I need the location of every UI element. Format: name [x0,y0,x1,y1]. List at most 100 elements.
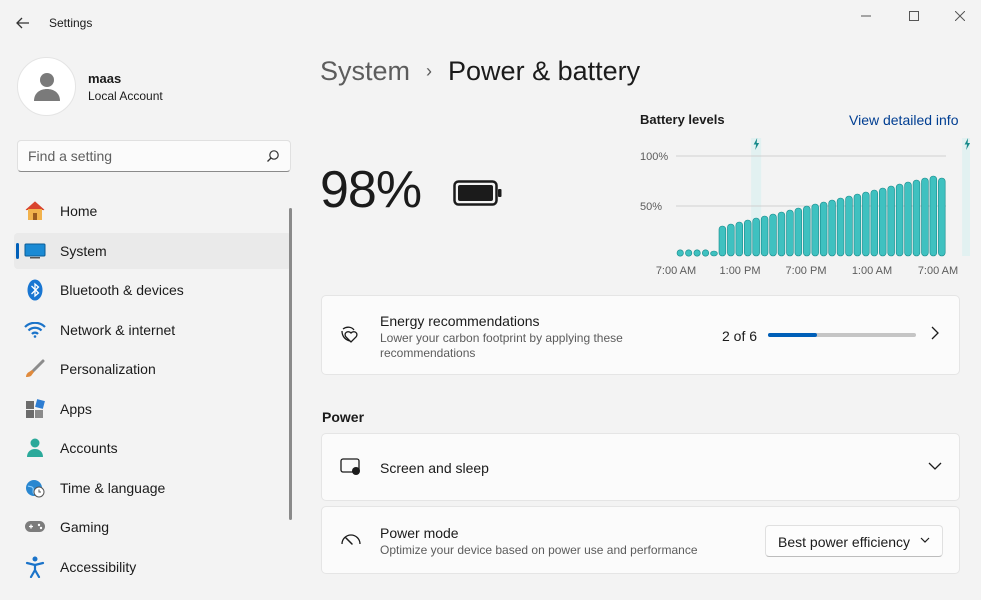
energy-title: Energy recommendations [380,313,540,329]
recommendation-progress-bar [768,333,916,337]
battery-level-bar [921,177,929,257]
sidebar-item-bluetooth[interactable]: Bluetooth & devices [14,272,291,308]
battery-level-bar [794,207,803,257]
bluetooth-icon [24,279,46,301]
battery-level-dot [702,249,710,257]
battery-level-bar [895,183,904,257]
profile-account-type: Local Account [88,88,163,103]
sidebar-item-label: Apps [60,400,92,417]
battery-level-bar [718,225,727,257]
chevron-right-icon: › [426,61,433,81]
sidebar-item-gaming[interactable]: Gaming [14,509,291,545]
power-mode-selected: Best power efficiency [778,534,911,550]
home-icon [24,200,46,222]
leaf-heart-icon [340,324,362,346]
y-tick-label: 100% [640,151,668,163]
chevron-down-icon[interactable] [928,461,942,471]
battery-level-bar [828,199,836,257]
sidebar-item-network[interactable]: Network & internet [14,312,291,348]
monitor-icon [24,240,46,262]
battery-levels-chart: 100% 50% 7:00 AM 1:00 PM 7:00 PM 1:00 AM 7:00 … [640,138,970,277]
sidebar-item-label: Time & language [60,479,166,496]
battery-level-bar [904,181,912,257]
charging-highlight [962,138,970,256]
battery-level-dot [685,249,693,257]
minimize-button[interactable] [843,0,889,32]
battery-level-bar [710,250,718,257]
screen-and-sleep-title: Screen and sleep [380,460,489,476]
sidebar-item-time-language[interactable]: Time & language [14,470,291,506]
battery-level-bar [735,221,743,257]
sidebar-item-label: Home [60,203,98,219]
x-tick-label: 7:00 AM [656,265,696,277]
battery-level-bar [811,203,819,257]
maximize-icon [909,11,919,21]
sidebar-item-system[interactable]: System [14,232,291,269]
wifi-icon [24,319,46,341]
maximize-button[interactable] [891,0,937,32]
battery-level-bar [845,195,853,257]
recommendation-count: 2 of 6 [722,328,758,344]
battery-icon [453,180,502,206]
sidebar-nav: Home System Bluetooth & devices Network … [14,193,291,588]
sidebar-item-label: Gaming [60,519,110,535]
person-placeholder-icon [33,72,60,101]
power-mode-title: Power mode [380,525,459,541]
battery-level-bar [853,193,862,257]
energy-subtitle: Lower your carbon footprint by applying … [380,331,623,360]
sidebar-item-label: Personalization [60,361,156,377]
sidebar-item-apps[interactable]: Apps [14,391,291,427]
accessibility-icon [24,556,46,578]
battery-level-bar [727,223,735,257]
battery-level-bar [819,201,828,257]
globe-clock-icon [24,477,46,499]
battery-level-bar [760,215,769,257]
search-input[interactable] [18,141,248,171]
power-mode-subtitle: Optimize your device based on power use … [380,543,698,557]
back-button[interactable] [8,10,38,36]
battery-level-bar [929,175,938,257]
power-mode-dropdown[interactable]: Best power efficiency [765,525,943,557]
gauge-icon [340,529,362,551]
sidebar-scrollbar[interactable] [289,208,292,520]
sidebar-item-label: Accessibility [60,558,137,575]
person-icon [24,437,46,459]
battery-level-bar [803,205,811,257]
sidebar-item-personalization[interactable]: Personalization [14,351,291,387]
sidebar-item-accounts[interactable]: Accounts [14,430,291,466]
power-mode-card: Power mode Optimize your device based on… [321,506,960,574]
sidebar-item-home[interactable]: Home [14,193,291,229]
energy-recommendations-card[interactable]: Energy recommendations Lower your carbon… [321,295,960,375]
search-box[interactable] [17,140,291,172]
sidebar-item-accessibility[interactable]: Accessibility [14,549,291,585]
view-detailed-info-link[interactable]: View detailed info [849,112,958,128]
battery-level-dot [693,249,701,257]
breadcrumb-parent[interactable]: System [320,56,410,87]
sidebar-item-label: Bluetooth & devices [60,282,184,298]
screen-and-sleep-card[interactable]: Screen and sleep [321,433,960,501]
x-tick-label: 7:00 PM [786,265,827,277]
arrow-left-icon [16,17,29,29]
user-profile[interactable]: maas Local Account [17,57,163,116]
battery-level-bar [786,209,794,257]
x-tick-label: 1:00 PM [720,265,761,277]
close-icon [955,11,965,21]
chevron-right-icon [931,326,939,340]
chart-title: Battery levels [640,112,725,127]
x-tick-label: 1:00 AM [852,265,892,277]
search-icon[interactable] [266,149,280,163]
battery-level-bar [862,191,870,257]
breadcrumb: System › Power & battery [320,56,640,87]
close-button[interactable] [937,0,981,32]
app-title: Settings [49,16,93,30]
gamepad-icon [24,516,46,538]
screen-sleep-icon [340,456,362,478]
apps-icon [24,398,46,420]
recommendation-progress-fill [768,333,818,337]
y-tick-label: 50% [640,201,662,213]
profile-name: maas [88,70,122,86]
battery-level-bar [912,179,921,257]
battery-level-bar [879,187,887,257]
battery-level-bar [887,185,895,257]
chevron-down-icon [920,537,930,543]
